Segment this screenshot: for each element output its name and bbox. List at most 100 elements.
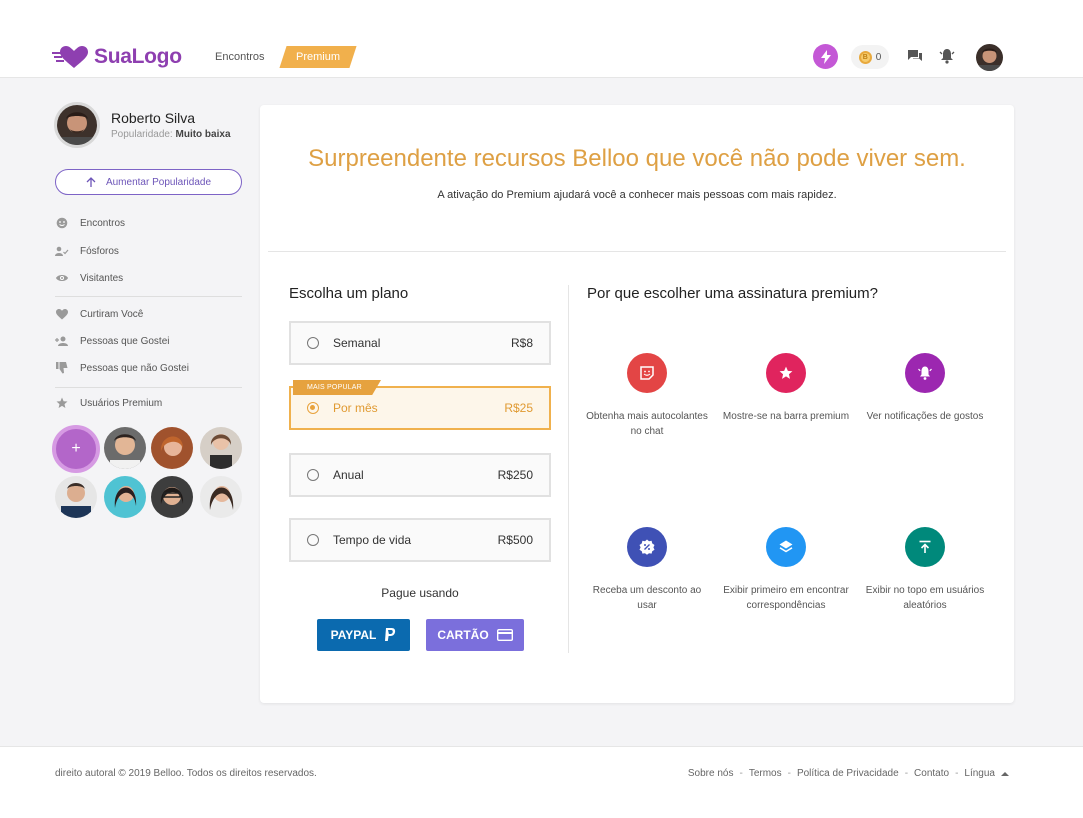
sidebar-item-curtiram-voce[interactable]: Curtiram Você <box>55 307 143 321</box>
bell-ring-icon <box>905 353 945 393</box>
coin-icon: B <box>858 50 872 64</box>
plan-price: R$8 <box>510 336 533 350</box>
sidebar-divider <box>55 387 242 388</box>
sidebar-item-label: Visitantes <box>80 272 124 284</box>
plan-tempo-de-vida[interactable]: Tempo de vida R$500 <box>289 518 551 562</box>
card-button-label: CARTÃO <box>437 628 489 642</box>
chat-icon[interactable] <box>907 49 923 68</box>
footer-link-language[interactable]: Língua <box>964 768 995 779</box>
plan-anual[interactable]: Anual R$250 <box>289 453 551 497</box>
feature-text: Mostre-se na barra premium <box>722 411 850 422</box>
sticker-icon <box>627 353 667 393</box>
card-button[interactable]: CARTÃO <box>426 619 524 651</box>
radio-button[interactable] <box>307 402 319 414</box>
footer-link-privacy[interactable]: Política de Privacidade <box>797 768 899 779</box>
thumbs-down-icon <box>55 361 69 375</box>
nav-encontros[interactable]: Encontros <box>215 51 265 63</box>
plan-name: Tempo de vida <box>333 533 412 547</box>
feature-text: Exibir no topo em usuários aleatórios <box>865 585 985 611</box>
feature-text: Obtenha mais autocolantes no chat <box>586 411 708 437</box>
lightning-icon <box>820 49 831 64</box>
premium-user-avatar[interactable] <box>200 427 242 469</box>
coins-count: 0 <box>875 51 882 63</box>
star-icon <box>55 396 69 410</box>
copyright: direito autoral © 2019 Belloo. Todos os … <box>55 768 317 779</box>
sidebar-item-encontros[interactable]: Encontros <box>55 216 125 230</box>
coins-badge[interactable]: B 0 <box>851 45 889 69</box>
credit-card-icon <box>496 629 513 641</box>
page-subtitle: A ativação do Premium ajudará você a con… <box>437 189 837 201</box>
premium-user-avatar[interactable] <box>151 427 193 469</box>
sidebar-item-label: Encontros <box>80 217 126 229</box>
plan-name: Por mês <box>333 401 378 415</box>
profile-avatar[interactable] <box>54 102 100 148</box>
premium-user-avatar[interactable] <box>151 476 193 518</box>
feature-text: Exibir primeiro em encontrar correspondê… <box>723 585 849 611</box>
premium-user-avatar[interactable] <box>104 476 146 518</box>
bell-icon[interactable] <box>939 48 955 69</box>
sidebar-item-usuarios-premium[interactable]: Usuários Premium <box>55 396 162 410</box>
nav-premium-label: Premium <box>295 51 340 63</box>
arrow-top-icon <box>905 527 945 567</box>
feature-text: Ver notificações de gostos <box>866 411 984 422</box>
nav-premium[interactable]: Premium <box>279 46 357 68</box>
plan-price: R$250 <box>497 468 533 482</box>
sidebar-item-label: Pessoas que Gostei <box>80 335 170 347</box>
profile-popularity: Popularidade: Muito baixa <box>111 129 231 140</box>
sidebar-item-label: Usuários Premium <box>80 397 163 409</box>
sidebar-item-pessoas-que-nao-gostei[interactable]: Pessoas que não Gostei <box>55 361 189 375</box>
paypal-button-label: PAYPAL <box>330 628 377 642</box>
premium-user-avatar[interactable] <box>104 427 146 469</box>
footer-link-terms[interactable]: Termos <box>749 768 782 779</box>
heart-icon <box>55 307 69 321</box>
star-icon <box>766 353 806 393</box>
footer-separator: - <box>739 768 743 779</box>
radio-button[interactable] <box>307 337 319 349</box>
heart-logo-icon <box>52 44 88 70</box>
boost-button[interactable] <box>813 44 838 69</box>
popularity-value: Muito baixa <box>175 129 231 140</box>
logo[interactable]: SuaLogo <box>52 44 182 70</box>
logo-text: SuaLogo <box>94 45 182 68</box>
plan-semanal[interactable]: Semanal R$8 <box>289 321 551 365</box>
footer <box>0 746 1083 818</box>
footer-separator: - <box>904 768 909 779</box>
page-title: Surpreendente recursos Belloo que você n… <box>308 145 966 172</box>
plan-name: Semanal <box>333 336 381 350</box>
pay-using-label: Pague usando <box>381 586 459 600</box>
footer-link-about[interactable]: Sobre nós <box>688 768 734 779</box>
feature-text: Receba um desconto ao usar <box>592 585 702 611</box>
feature-like-notifications: Ver notificações de gostos <box>860 353 990 424</box>
eye-icon <box>55 271 69 285</box>
layers-icon <box>766 527 806 567</box>
footer-link-contact[interactable]: Contato <box>914 768 949 779</box>
caret-up-icon[interactable] <box>1001 771 1009 777</box>
premium-user-avatar[interactable] <box>55 476 97 518</box>
sidebar-item-label: Curtiram Você <box>80 308 144 320</box>
add-premium-user-button[interactable]: + <box>52 425 100 473</box>
profile-name[interactable]: Roberto Silva <box>111 110 195 126</box>
sidebar-divider <box>55 296 242 297</box>
sidebar-item-label: Pessoas que não Gostei <box>80 362 189 374</box>
sidebar-item-fosforos[interactable]: Fósforos <box>55 244 119 258</box>
footer-separator: - <box>955 768 959 779</box>
card-divider <box>268 251 1006 252</box>
feature-show-first: Exibir primeiro em encontrar correspondê… <box>721 527 851 613</box>
most-popular-badge: MAIS POPULAR <box>293 380 381 395</box>
radio-button[interactable] <box>307 534 319 546</box>
paypal-button[interactable]: PAYPAL <box>317 619 410 651</box>
radio-button[interactable] <box>307 469 319 481</box>
feature-discount: Receba um desconto ao usar <box>582 527 712 613</box>
why-premium-title: Por que escolher uma assinatura premium? <box>587 285 878 302</box>
sidebar-item-visitantes[interactable]: Visitantes <box>55 271 123 285</box>
user-avatar[interactable] <box>976 44 1003 71</box>
plan-name: Anual <box>333 468 364 482</box>
plan-price: R$25 <box>504 401 533 415</box>
increase-popularity-button[interactable]: Aumentar Popularidade <box>55 169 242 195</box>
sidebar-item-pessoas-que-gostei[interactable]: Pessoas que Gostei <box>55 334 170 348</box>
premium-user-avatar[interactable] <box>200 476 242 518</box>
plus-icon: + <box>71 440 81 457</box>
feature-top-random: Exibir no topo em usuários aleatórios <box>860 527 990 613</box>
plans-title: Escolha um plano <box>289 285 409 302</box>
popularity-label: Popularidade: <box>111 129 173 140</box>
